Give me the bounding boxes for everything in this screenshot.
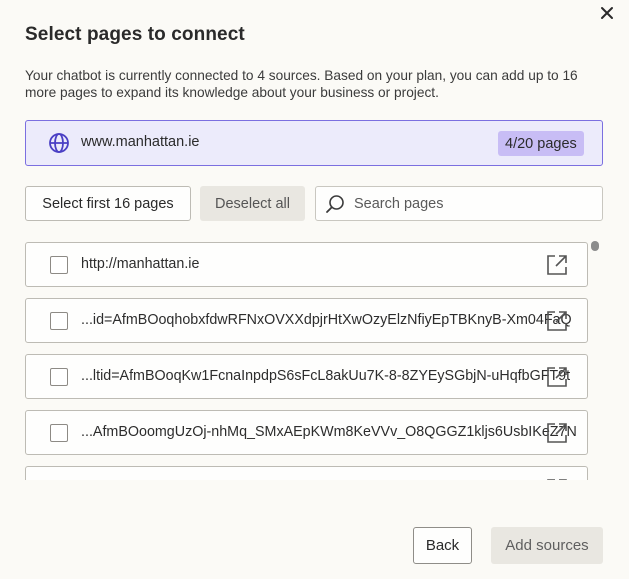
page-url: ...AfmBOoomgUzOj-nhMq_SMxAEpKWm8KeVVv_O8… (81, 424, 577, 440)
list-scrollbar[interactable] (591, 241, 599, 251)
external-link-icon[interactable] (546, 310, 568, 332)
page-url: ...ltid=AfmBOoqKw1FcnaInpdpS6sFcL8akUu7K… (81, 368, 571, 384)
page-url: ...id=AfmBOoqhobxfdwRFNxOVXXdpjrHtXwOzyE… (81, 312, 572, 328)
domain-info-box: www.manhattan.ie 4/20 pages (25, 120, 603, 166)
back-button[interactable]: Back (413, 527, 472, 564)
external-link-icon[interactable] (546, 254, 568, 276)
external-link-icon[interactable] (546, 366, 568, 388)
page-url: http://manhattan.ie (81, 256, 200, 272)
external-link-icon[interactable] (546, 478, 568, 480)
domain-url: www.manhattan.ie (81, 134, 200, 150)
page-row[interactable]: ...AfmBOoomgUzOj-nhMq_SMxAEpKWm8KeVVv_O8… (25, 410, 588, 455)
page-checkbox[interactable] (50, 256, 68, 274)
modal-title: Select pages to connect (25, 24, 245, 45)
globe-icon (48, 132, 70, 154)
search-pages-field[interactable] (315, 186, 603, 221)
add-sources-button[interactable]: Add sources (491, 527, 603, 564)
page-row[interactable]: ...id=AfmBOoqhobxfdwRFNxOVXXdpjrHtXwOzyE… (25, 298, 588, 343)
page-list[interactable]: http://manhattan.ie ...id=AfmBOoqhobxfdw… (25, 242, 588, 480)
select-pages-modal: Select pages to connect Your chatbot is … (0, 0, 629, 579)
page-checkbox[interactable] (50, 424, 68, 442)
search-icon (326, 195, 344, 213)
page-checkbox[interactable] (50, 312, 68, 330)
search-input[interactable] (354, 187, 594, 220)
page-row[interactable] (25, 466, 588, 480)
select-first-pages-button[interactable]: Select first 16 pages (25, 186, 191, 221)
page-row[interactable]: http://manhattan.ie (25, 242, 588, 287)
close-icon (601, 7, 613, 19)
modal-description: Your chatbot is currently connected to 4… (25, 68, 578, 100)
page-count-badge: 4/20 pages (498, 131, 584, 156)
page-row[interactable]: ...ltid=AfmBOoqKw1FcnaInpdpS6sFcL8akUu7K… (25, 354, 588, 399)
close-button[interactable] (594, 0, 620, 26)
external-link-icon[interactable] (546, 422, 568, 444)
deselect-all-button[interactable]: Deselect all (200, 186, 305, 221)
page-checkbox[interactable] (50, 368, 68, 386)
